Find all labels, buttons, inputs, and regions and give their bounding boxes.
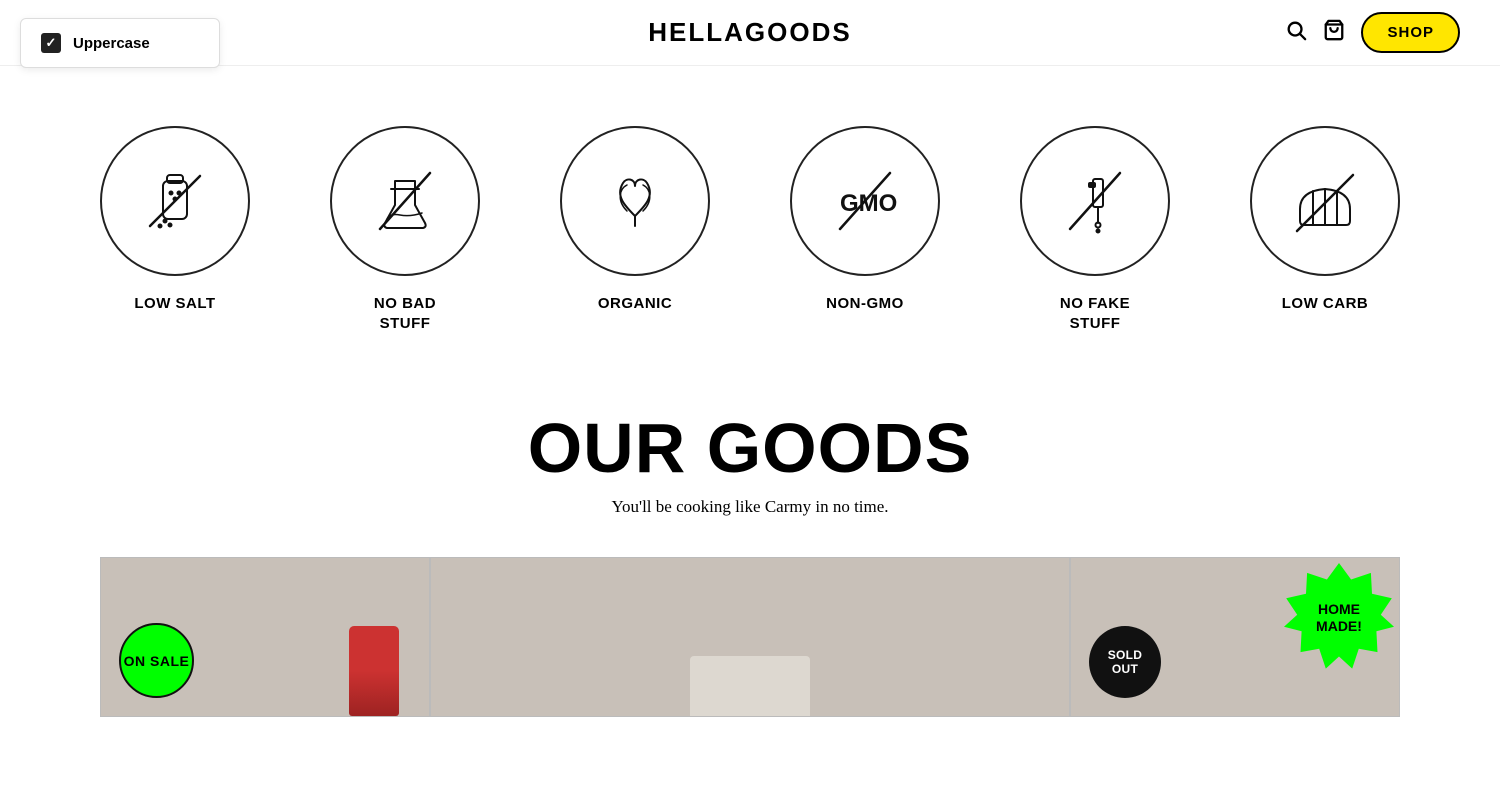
feature-label-non-gmo: NON-GMO [826, 294, 904, 314]
feature-icon-non-gmo: GMO [790, 126, 940, 276]
uppercase-label: Uppercase [73, 35, 150, 52]
on-sale-badge: ON SALE [119, 623, 194, 698]
feature-non-gmo: GMO NON-GMO [750, 126, 980, 314]
nav-right: SHOP [1285, 12, 1460, 53]
shop-button[interactable]: SHOP [1361, 12, 1460, 53]
feature-label-organic: ORGANIC [598, 294, 672, 314]
sold-out-badge: SOLDOUT [1089, 626, 1161, 698]
search-icon[interactable] [1285, 19, 1307, 47]
feature-icon-low-salt [100, 126, 250, 276]
product-card-left[interactable]: ON SALE [100, 557, 430, 717]
feature-no-fake-stuff: NO FAKESTUFF [980, 126, 1210, 333]
products-row: ON SALE HOMEMADE! SOLDOUT [60, 557, 1440, 717]
feature-icon-low-carb [1250, 126, 1400, 276]
site-logo: HELLAGOODS [648, 17, 851, 48]
goods-subtitle: You'll be cooking like Carmy in no time. [60, 497, 1440, 517]
product-card-center[interactable] [430, 557, 1070, 717]
checkbox-icon [41, 33, 61, 53]
feature-label-no-fake-stuff: NO FAKESTUFF [1060, 294, 1130, 333]
feature-low-carb: LOW CARB [1210, 126, 1440, 314]
feature-low-salt: LOW SALT [60, 126, 290, 314]
feature-icon-organic [560, 126, 710, 276]
svg-text:GMO: GMO [840, 190, 897, 217]
product-card-right[interactable]: HOMEMADE! SOLDOUT [1070, 557, 1400, 717]
navbar: ABOUT HELLAGOODS SHOP [0, 0, 1500, 66]
feature-icon-no-bad-stuff [330, 126, 480, 276]
feature-label-low-salt: LOW SALT [134, 294, 215, 314]
features-section: LOW SALT NO BADSTUFF [0, 66, 1500, 373]
feature-label-no-bad-stuff: NO BADSTUFF [374, 294, 436, 333]
goods-title: OUR GOODS [60, 413, 1440, 483]
home-made-badge: HOMEMADE! [1284, 563, 1394, 673]
uppercase-popup: Uppercase [20, 18, 220, 68]
feature-icon-no-fake-stuff [1020, 126, 1170, 276]
feature-label-low-carb: LOW CARB [1282, 294, 1369, 314]
goods-section: OUR GOODS You'll be cooking like Carmy i… [0, 373, 1500, 717]
feature-organic: ORGANIC [520, 126, 750, 314]
feature-no-bad-stuff: NO BADSTUFF [290, 126, 520, 333]
cart-icon[interactable] [1323, 19, 1345, 47]
